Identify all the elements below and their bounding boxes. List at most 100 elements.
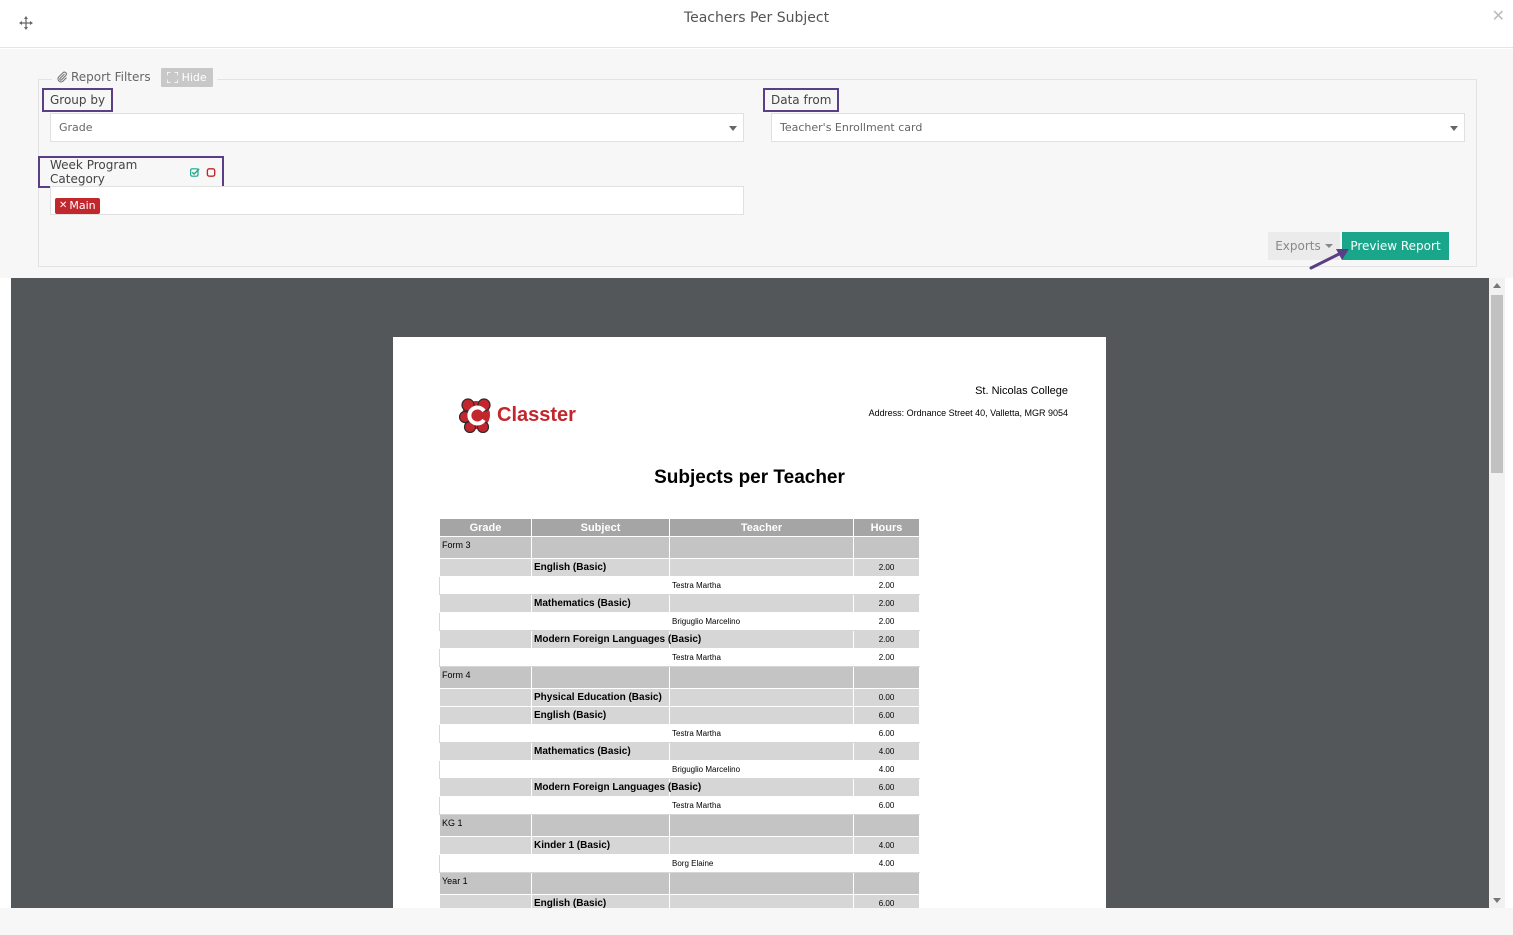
subject-cell: [531, 814, 670, 837]
grade-cell: [439, 836, 532, 855]
hours-cell: 4.00: [853, 742, 920, 761]
chevron-down-icon: [1450, 126, 1458, 131]
filters-legend: Report Filters Hide: [52, 67, 217, 87]
subject-cell: Modern Foreign Languages (Basic): [531, 778, 701, 797]
tag-main[interactable]: ✕ Main: [55, 197, 100, 214]
subject-cell: Kinder 1 (Basic): [531, 836, 670, 855]
scrollbar-thumb[interactable]: [1491, 295, 1503, 473]
data-from-label: Data from: [763, 88, 840, 112]
grade-cell: [439, 688, 532, 707]
expand-icon: [166, 71, 178, 83]
subject-cell: Modern Foreign Languages (Basic): [531, 630, 701, 649]
teacher-row: Testra Martha 6.00: [439, 796, 920, 815]
grade-row: Form 3: [439, 536, 920, 559]
hours-cell: [853, 536, 920, 559]
subject-cell: [531, 536, 670, 559]
teacher-cell: [669, 814, 854, 837]
report-table-header: Grade Subject Teacher Hours: [439, 518, 920, 537]
data-from-select[interactable]: Teacher's Enrollment card: [771, 113, 1465, 142]
bottom-strip: [0, 908, 1513, 935]
subject-cell: [531, 724, 670, 743]
tag-label: Main: [69, 199, 96, 212]
grade-cell: [439, 706, 532, 725]
report-table-body: Form 3 English (Basic) 2.00 Testra Martha 2.…: [439, 536, 920, 908]
classter-logo: Classter: [459, 397, 576, 433]
teacher-cell: [669, 688, 854, 707]
teacher-cell: Borg Elaine: [669, 854, 854, 873]
group-by-label-text: Group by: [50, 93, 106, 107]
teacher-row: Briguglio Marcelino 4.00: [439, 760, 920, 779]
week-program-category-input[interactable]: ✕ Main: [50, 186, 744, 215]
subject-row: English (Basic) 6.00: [439, 894, 920, 908]
hours-cell: 2.00: [853, 594, 920, 613]
subject-cell: [531, 666, 670, 689]
teacher-cell: [669, 872, 854, 895]
teacher-cell: Briguglio Marcelino: [669, 612, 854, 631]
grade-row: Year 1: [439, 872, 920, 895]
teacher-cell: [669, 536, 854, 559]
grade-cell: [439, 558, 532, 577]
data-from-value: Teacher's Enrollment card: [780, 121, 923, 134]
school-address: Address: Ordnance Street 40, Valletta, M…: [868, 408, 1068, 418]
group-by-value: Grade: [59, 121, 93, 134]
teacher-row: Briguglio Marcelino 2.00: [439, 612, 920, 631]
hours-cell: [853, 666, 920, 689]
subject-cell: English (Basic): [531, 894, 670, 908]
preview-report-button[interactable]: Preview Report: [1342, 232, 1449, 260]
subject-row: English (Basic) 6.00: [439, 706, 920, 725]
hours-cell: 0.00: [853, 688, 920, 707]
teacher-row: Borg Elaine 4.00: [439, 854, 920, 873]
scroll-up-icon[interactable]: [1493, 283, 1501, 288]
report-table: Grade Subject Teacher Hours Form 3 Englis…: [439, 518, 920, 908]
teacher-cell: [669, 558, 854, 577]
teacher-cell: [669, 666, 854, 689]
grade-cell: [439, 630, 532, 649]
modal-title: Teachers Per Subject: [683, 10, 830, 26]
group-by-select[interactable]: Grade: [50, 113, 744, 142]
close-icon[interactable]: ✕: [1492, 6, 1505, 25]
column-header-teacher: Teacher: [669, 518, 854, 537]
subject-cell: English (Basic): [531, 706, 670, 725]
subject-cell: [531, 648, 670, 667]
grade-cell: [439, 854, 532, 873]
grade-row: Form 4: [439, 666, 920, 689]
grade-cell: [439, 612, 532, 631]
report-scrollbar[interactable]: [1489, 278, 1505, 908]
subject-cell: English (Basic): [531, 558, 670, 577]
hours-cell: 6.00: [853, 796, 920, 815]
subject-cell: [531, 854, 670, 873]
hours-cell: 4.00: [853, 854, 920, 873]
filters-fieldset: [38, 79, 1477, 267]
hours-cell: 2.00: [853, 612, 920, 631]
teacher-cell: [669, 706, 854, 725]
teacher-cell: [669, 836, 854, 855]
teacher-cell: Testra Martha: [669, 648, 854, 667]
school-name: St. Nicolas College: [975, 385, 1068, 397]
teacher-row: Testra Martha 2.00: [439, 576, 920, 595]
grade-cell: [439, 796, 532, 815]
chevron-down-icon: [729, 126, 737, 131]
grade-cell: Year 1: [439, 872, 532, 895]
paperclip-icon: [57, 71, 67, 83]
column-header-grade: Grade: [439, 518, 532, 537]
group-by-label: Group by: [42, 88, 114, 112]
teacher-cell: Testra Martha: [669, 576, 854, 595]
teacher-row: Testra Martha 2.00: [439, 648, 920, 667]
hide-filters-button[interactable]: Hide: [160, 67, 213, 87]
report-viewer[interactable]: Classter St. Nicolas College Address: Or…: [11, 278, 1489, 908]
clear-all-square-icon[interactable]: [206, 167, 216, 178]
subject-row: Physical Education (Basic) 0.00: [439, 688, 920, 707]
hours-cell: [853, 872, 920, 895]
grade-cell: [439, 760, 532, 779]
report-title: Subjects per Teacher: [654, 467, 845, 488]
select-all-check-icon[interactable]: [189, 167, 200, 178]
hours-cell: 2.00: [853, 630, 920, 649]
column-header-hours: Hours: [853, 518, 920, 537]
scroll-down-icon[interactable]: [1493, 898, 1501, 903]
subject-cell: [531, 872, 670, 895]
remove-tag-icon[interactable]: ✕: [59, 200, 67, 211]
teacher-cell: Briguglio Marcelino: [669, 760, 854, 779]
teacher-cell: [669, 594, 854, 613]
week-program-category-label: Week Program Category: [38, 156, 224, 188]
hours-cell: 6.00: [853, 894, 920, 908]
